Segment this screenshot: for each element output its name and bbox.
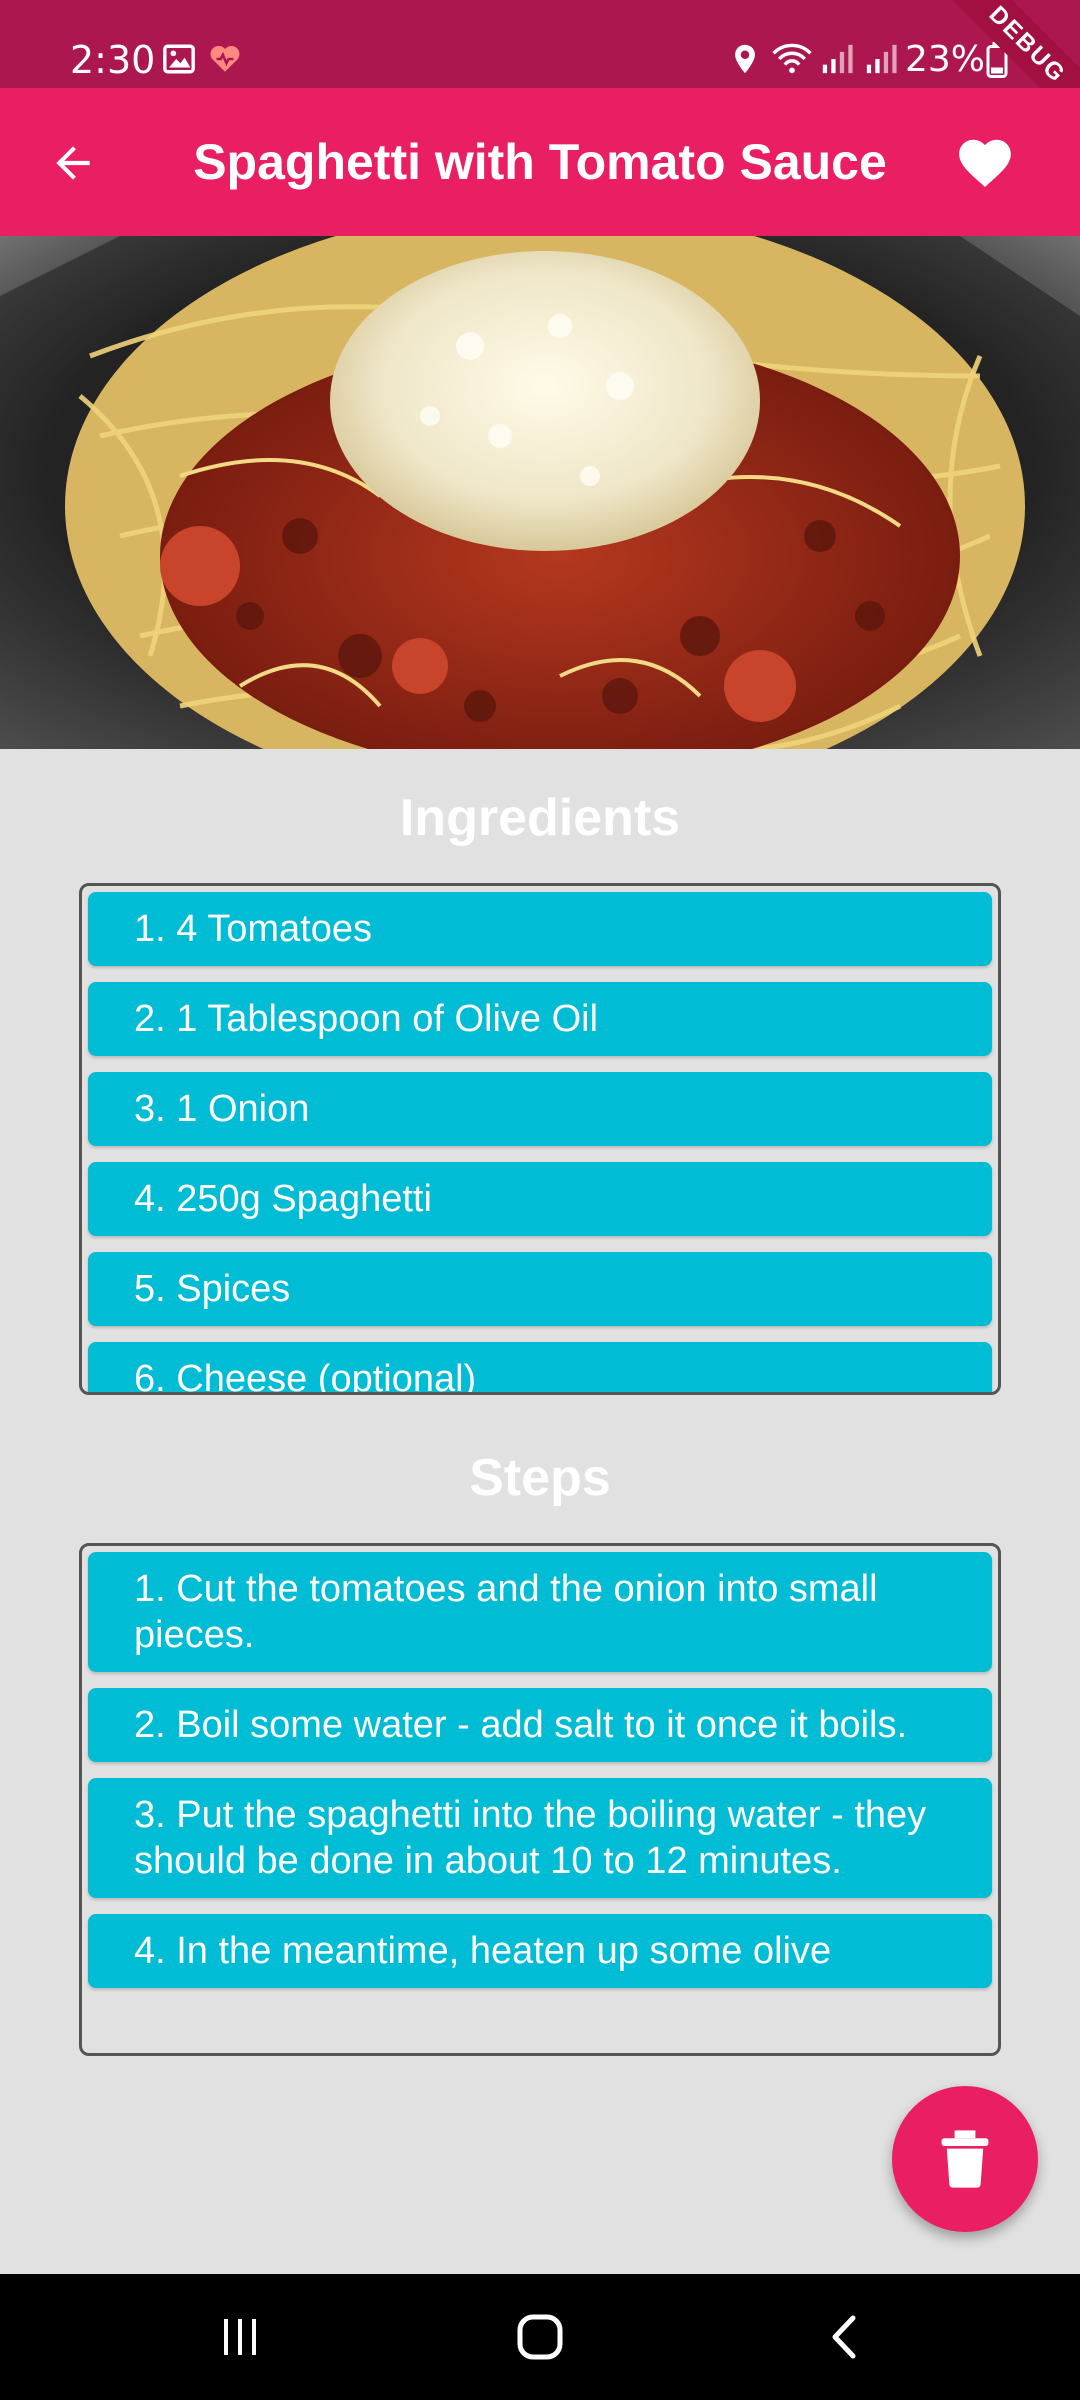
ingredient-item[interactable]: 2. 1 Tablespoon of Olive Oil — [88, 982, 992, 1056]
ingredient-item[interactable]: 4. 250g Spaghetti — [88, 1162, 992, 1236]
system-navigation-bar — [0, 2274, 1080, 2400]
arrow-back-icon — [56, 146, 90, 180]
gallery-icon — [162, 42, 198, 78]
step-item[interactable]: 3. Put the spaghetti into the boiling wa… — [88, 1778, 992, 1898]
page-title: Spaghetti with Tomato Sauce — [193, 134, 887, 190]
battery-percentage: 23% — [905, 39, 986, 80]
recent-apps-button[interactable] — [200, 2304, 280, 2370]
location-icon — [728, 42, 764, 78]
back-button[interactable] — [38, 128, 108, 198]
status-time: 2:30 — [70, 38, 156, 82]
home-button[interactable] — [500, 2304, 580, 2370]
app-bar: Spaghetti with Tomato Sauce — [0, 88, 1080, 236]
ingredients-list[interactable]: 1. 4 Tomatoes 2. 1 Tablespoon of Olive O… — [79, 883, 1001, 1395]
signal-icon — [820, 42, 856, 78]
ingredient-item[interactable]: 3. 1 Onion — [88, 1072, 992, 1146]
delete-button[interactable] — [892, 2086, 1038, 2232]
step-item[interactable]: 1. Cut the tomatoes and the onion into s… — [88, 1552, 992, 1672]
step-item[interactable]: 4. In the meantime, heaten up some olive — [88, 1914, 992, 1988]
health-icon — [208, 42, 244, 78]
ingredients-title: Ingredients — [399, 789, 681, 847]
step-item[interactable]: 2. Boil some water - add salt to it once… — [88, 1688, 992, 1762]
back-nav-button[interactable] — [804, 2304, 884, 2370]
signal-icon — [864, 42, 900, 78]
steps-title: Steps — [469, 1449, 611, 1507]
ingredient-item[interactable]: 5. Spices — [88, 1252, 992, 1326]
recent-apps-icon — [224, 2319, 256, 2355]
trash-icon — [941, 2130, 989, 2188]
steps-list[interactable]: 1. Cut the tomatoes and the onion into s… — [79, 1543, 1001, 2056]
ingredient-item[interactable]: 6. Cheese (optional) — [88, 1342, 992, 1392]
favorite-button[interactable] — [952, 130, 1018, 196]
chevron-left-icon — [832, 2315, 856, 2359]
status-bar: 2:30 23% DEBUG — [0, 0, 1080, 88]
home-icon — [517, 2314, 563, 2360]
ingredient-item[interactable]: 1. 4 Tomatoes — [88, 892, 992, 966]
heart-icon — [959, 139, 1011, 188]
wifi-icon — [770, 42, 814, 78]
recipe-image — [0, 236, 1080, 749]
